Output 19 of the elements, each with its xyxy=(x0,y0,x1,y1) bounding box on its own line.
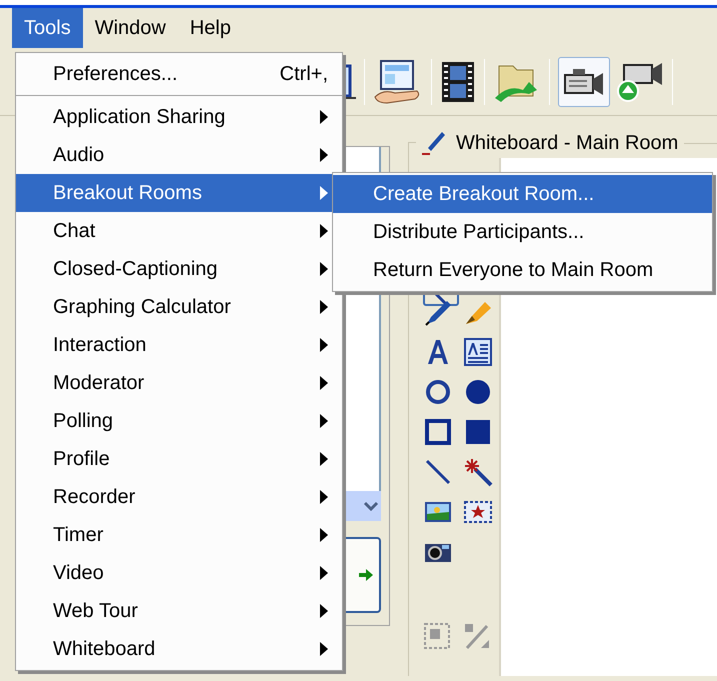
submenu-item[interactable]: Create Breakout Room... xyxy=(333,175,712,213)
menu-bar-item[interactable]: Tools xyxy=(12,8,83,48)
menu-item[interactable]: Preferences... Ctrl+, xyxy=(16,55,342,93)
menu-item[interactable]: Web Tour xyxy=(16,592,342,630)
menu-item[interactable]: Polling xyxy=(16,402,342,440)
shortcut-label: Ctrl+, xyxy=(280,62,328,87)
menu-item[interactable]: Timer xyxy=(16,516,342,554)
menu-item[interactable]: Moderator xyxy=(16,364,342,402)
menu-bar-item[interactable]: Help xyxy=(178,8,243,48)
menu-item[interactable]: Audio xyxy=(16,136,342,174)
menu-bar-item[interactable]: Window xyxy=(82,8,178,48)
menu-item[interactable]: Profile xyxy=(16,440,342,478)
menu-item[interactable]: Application Sharing xyxy=(16,98,342,136)
menu-item[interactable]: Graphing Calculator xyxy=(16,288,342,326)
whiteboard-title: Whiteboard - Main Room xyxy=(456,131,678,156)
menu-item[interactable]: Recorder xyxy=(16,478,342,516)
menu-item[interactable]: Interaction xyxy=(16,326,342,364)
menu-item[interactable]: Video xyxy=(16,554,342,592)
menu-item[interactable]: Whiteboard xyxy=(16,630,342,668)
